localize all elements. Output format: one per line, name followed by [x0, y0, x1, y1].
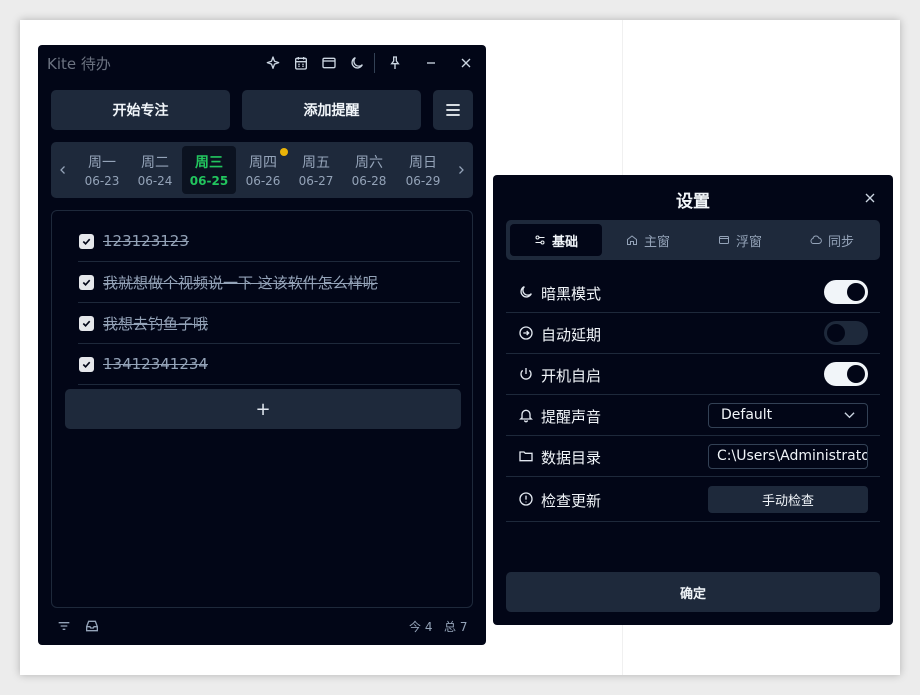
tab-float-window[interactable]: 浮窗 [694, 224, 786, 256]
title-bar[interactable]: Kite 待办 [38, 45, 486, 79]
window-icon [718, 236, 729, 244]
home-icon [626, 235, 637, 245]
toggle-knob [847, 365, 865, 383]
tab-basic[interactable]: 基础 [510, 224, 602, 256]
moon-icon[interactable] [348, 54, 366, 72]
total-count: 总 7 [444, 620, 468, 634]
todo-checkbox[interactable] [79, 233, 94, 249]
chevron-down-icon [844, 412, 855, 419]
sparkle-icon[interactable] [264, 54, 282, 72]
cloud-icon [810, 235, 822, 244]
day-mon[interactable]: 周一 06-23 [75, 146, 129, 194]
day-sat[interactable]: 周六 06-28 [342, 146, 396, 194]
auto-postpone-toggle[interactable] [824, 321, 868, 345]
setting-label: 提醒声音 [541, 408, 602, 426]
moon-icon [518, 284, 534, 300]
dark-mode-toggle[interactable] [824, 280, 868, 304]
main-window: Kite 待办 开始专注 添加提醒 周一 06-23 周二 06-24 周三 0… [38, 45, 486, 645]
todo-item[interactable]: 123123123 [78, 221, 460, 262]
week-selector: 周一 06-23 周二 06-24 周三 06-25 周四 06-26 周五 0… [51, 142, 473, 198]
todo-item[interactable]: 我就想做个视频说一下 这该软件怎么样呢 [78, 262, 460, 303]
menu-button[interactable] [433, 90, 473, 130]
add-todo-button[interactable]: + [65, 389, 461, 429]
filter-icon[interactable] [56, 618, 74, 636]
info-circle-icon [518, 491, 534, 507]
todo-text: 123123123 [103, 232, 189, 250]
settings-title: 设置 [676, 192, 710, 212]
arrow-circle-icon [518, 325, 534, 341]
check-icon [82, 361, 91, 368]
check-icon [82, 279, 91, 286]
app-title: Kite 待办 [47, 55, 111, 73]
close-icon[interactable] [457, 54, 475, 72]
confirm-button[interactable]: 确定 [506, 572, 880, 612]
todo-item[interactable]: 我想去钓鱼子哦 [78, 303, 460, 344]
close-icon[interactable] [862, 190, 878, 206]
calendar-icon[interactable] [292, 54, 310, 72]
setting-data-dir: 数据目录 C:\Users\Administrator [506, 436, 880, 477]
start-focus-button[interactable]: 开始专注 [51, 90, 230, 130]
check-icon [82, 320, 91, 327]
todo-checkbox[interactable] [79, 274, 94, 290]
power-icon [518, 366, 534, 382]
settings-tabs: 基础 主窗 浮窗 同步 [506, 220, 880, 260]
todo-checkbox[interactable] [79, 356, 94, 372]
autostart-toggle[interactable] [824, 362, 868, 386]
setting-autostart: 开机自启 [506, 354, 880, 395]
setting-auto-postpone: 自动延期 [506, 313, 880, 354]
sound-select[interactable]: Default [708, 403, 868, 428]
todo-text: 我就想做个视频说一下 这该软件怎么样呢 [103, 273, 378, 292]
tab-sync[interactable]: 同步 [786, 224, 878, 256]
folder-icon [518, 448, 534, 464]
data-dir-input[interactable]: C:\Users\Administrator [708, 444, 868, 469]
reminder-dot [280, 148, 288, 156]
prev-week-icon[interactable] [56, 160, 70, 180]
todo-text: 我想去钓鱼子哦 [103, 314, 209, 333]
setting-dark-mode: 暗黑模式 [506, 272, 880, 313]
todo-list: 123123123 我就想做个视频说一下 这该软件怎么样呢 我想去钓鱼子哦 13… [51, 210, 473, 608]
sliders-icon [535, 235, 545, 245]
settings-dialog: 设置 基础 主窗 浮窗 同步 暗黑模式 自动延期 开机自启 提醒声音 Defau… [493, 175, 893, 625]
inbox-icon[interactable] [84, 618, 102, 636]
todo-item[interactable]: 13412341234 [78, 344, 460, 385]
setting-label: 自动延期 [541, 326, 602, 344]
setting-label: 数据目录 [541, 449, 602, 467]
add-reminder-button[interactable]: 添加提醒 [242, 90, 421, 130]
setting-update: 检查更新 手动检查 [506, 477, 880, 522]
day-tue[interactable]: 周二 06-24 [128, 146, 182, 194]
todo-text: 13412341234 [103, 355, 208, 373]
bell-icon [518, 407, 534, 423]
check-update-button[interactable]: 手动检查 [708, 486, 868, 513]
setting-label: 开机自启 [541, 367, 602, 385]
setting-label: 暗黑模式 [541, 285, 602, 303]
minimize-icon[interactable] [422, 54, 440, 72]
toggle-knob [827, 324, 845, 342]
setting-sound: 提醒声音 Default [506, 395, 880, 436]
toggle-knob [847, 283, 865, 301]
todo-checkbox[interactable] [79, 315, 94, 331]
toolbar-separator [374, 53, 375, 73]
hamburger-icon [446, 104, 460, 116]
day-sun[interactable]: 周日 06-29 [396, 146, 450, 194]
tab-main-window[interactable]: 主窗 [602, 224, 694, 256]
today-count: 今 4 [409, 620, 433, 634]
check-icon [82, 238, 91, 245]
day-fri[interactable]: 周五 06-27 [289, 146, 343, 194]
setting-label: 检查更新 [541, 492, 602, 510]
window-icon[interactable] [320, 54, 338, 72]
pin-icon[interactable] [386, 54, 404, 72]
day-wed[interactable]: 周三 06-25 [182, 146, 236, 194]
next-week-icon[interactable] [454, 160, 468, 180]
